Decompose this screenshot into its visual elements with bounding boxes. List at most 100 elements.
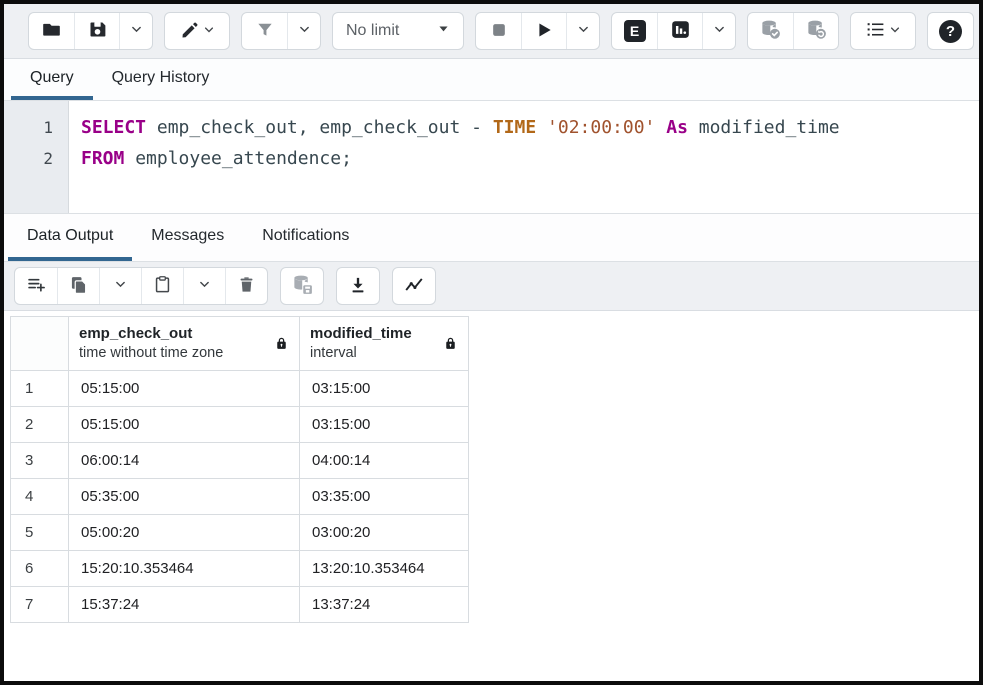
cell[interactable]: 03:15:00 bbox=[300, 371, 469, 407]
table-row: 615:20:10.35346413:20:10.353464 bbox=[11, 551, 469, 587]
execute-options-dropdown[interactable] bbox=[566, 13, 599, 49]
row-number[interactable]: 4 bbox=[11, 479, 69, 515]
open-file-button[interactable] bbox=[29, 13, 74, 49]
chevron-down-icon bbox=[713, 23, 726, 39]
explain-analyze-icon bbox=[670, 19, 691, 43]
copy-options-dropdown[interactable] bbox=[99, 268, 141, 304]
table-row: 715:37:2413:37:24 bbox=[11, 587, 469, 623]
sql-token-plain bbox=[655, 117, 666, 138]
column-header-emp_check_out[interactable]: emp_check_outtime without time zone bbox=[69, 317, 300, 371]
sql-token-str: '02:00:00' bbox=[547, 117, 655, 138]
table-row: 306:00:1404:00:14 bbox=[11, 443, 469, 479]
sql-token-plain: modified_time bbox=[688, 117, 840, 138]
tab-data-output[interactable]: Data Output bbox=[8, 214, 132, 261]
explain-button-group: E bbox=[611, 12, 736, 50]
cell[interactable]: 03:35:00 bbox=[300, 479, 469, 515]
cell[interactable]: 05:15:00 bbox=[69, 407, 300, 443]
cell[interactable]: 05:35:00 bbox=[69, 479, 300, 515]
line-chart-icon bbox=[403, 274, 425, 299]
explain-options-dropdown[interactable] bbox=[702, 13, 735, 49]
filter-options-dropdown[interactable] bbox=[287, 13, 320, 49]
sql-token-plain: emp_check_out, emp_check_out - bbox=[146, 117, 493, 138]
delete-row-button[interactable] bbox=[225, 268, 267, 304]
execute-button-group bbox=[475, 12, 600, 50]
edit-button-group bbox=[164, 12, 230, 50]
row-number[interactable]: 2 bbox=[11, 407, 69, 443]
explain-icon: E bbox=[624, 20, 646, 42]
code-line[interactable]: SELECT emp_check_out, emp_check_out - TI… bbox=[81, 112, 979, 143]
numbered-list-icon bbox=[865, 19, 886, 43]
chevron-down-icon bbox=[577, 23, 590, 39]
row-number[interactable]: 5 bbox=[11, 515, 69, 551]
column-name: emp_check_out bbox=[79, 324, 223, 344]
help-button-group: ? bbox=[927, 12, 974, 50]
save-data-changes-button[interactable] bbox=[281, 268, 323, 304]
lock-icon bbox=[274, 336, 289, 351]
cell[interactable]: 03:00:20 bbox=[300, 515, 469, 551]
copy-button[interactable] bbox=[57, 268, 99, 304]
explain-analyze-button[interactable] bbox=[657, 13, 702, 49]
macros-button[interactable] bbox=[851, 13, 915, 49]
save-file-button[interactable] bbox=[74, 13, 119, 49]
file-button-group bbox=[28, 12, 153, 50]
table-row: 105:15:0003:15:00 bbox=[11, 371, 469, 407]
table-row: 205:15:0003:15:00 bbox=[11, 407, 469, 443]
play-icon bbox=[534, 20, 554, 43]
row-number[interactable]: 6 bbox=[11, 551, 69, 587]
paste-icon bbox=[153, 275, 172, 297]
rollback-database-icon bbox=[805, 18, 828, 44]
sql-token-kw: SELECT bbox=[81, 117, 146, 138]
results-table: emp_check_outtime without time zone modi… bbox=[10, 316, 469, 623]
paste-button[interactable] bbox=[141, 268, 183, 304]
row-number[interactable]: 1 bbox=[11, 371, 69, 407]
column-header-modified_time[interactable]: modified_timeinterval bbox=[300, 317, 469, 371]
tab-messages[interactable]: Messages bbox=[132, 214, 243, 261]
results-toolbar bbox=[4, 262, 979, 311]
folder-icon bbox=[41, 19, 62, 43]
cell[interactable]: 15:37:24 bbox=[69, 587, 300, 623]
help-icon: ? bbox=[939, 20, 962, 43]
row-number[interactable]: 7 bbox=[11, 587, 69, 623]
rollback-button[interactable] bbox=[793, 13, 838, 49]
add-row-button[interactable] bbox=[15, 268, 57, 304]
cell[interactable]: 13:20:10.353464 bbox=[300, 551, 469, 587]
results-tabbar: Data Output Messages Notifications bbox=[4, 214, 979, 262]
filter-button-group bbox=[241, 12, 321, 50]
cell[interactable]: 05:15:00 bbox=[69, 371, 300, 407]
save-options-dropdown[interactable] bbox=[119, 13, 152, 49]
filter-button[interactable] bbox=[242, 13, 287, 49]
tab-query-history[interactable]: Query History bbox=[93, 59, 229, 100]
sql-code-area[interactable]: SELECT emp_check_out, emp_check_out - TI… bbox=[69, 101, 979, 213]
cell[interactable]: 04:00:14 bbox=[300, 443, 469, 479]
edit-dropdown-button[interactable] bbox=[165, 13, 229, 49]
column-name: modified_time bbox=[310, 324, 412, 344]
cell[interactable]: 06:00:14 bbox=[69, 443, 300, 479]
row-limit-select[interactable]: No limit bbox=[332, 12, 464, 50]
grid-corner-cell[interactable] bbox=[11, 317, 69, 371]
stop-icon bbox=[489, 20, 509, 43]
execute-button[interactable] bbox=[521, 13, 566, 49]
cell[interactable]: 05:00:20 bbox=[69, 515, 300, 551]
stop-button[interactable] bbox=[476, 13, 521, 49]
cell[interactable]: 13:37:24 bbox=[300, 587, 469, 623]
sql-token-kw: FROM bbox=[81, 148, 124, 169]
cell[interactable]: 03:15:00 bbox=[300, 407, 469, 443]
commit-button[interactable] bbox=[748, 13, 793, 49]
results-grid: emp_check_outtime without time zone modi… bbox=[4, 311, 979, 681]
download-csv-button[interactable] bbox=[337, 268, 379, 304]
download-button-group bbox=[336, 267, 380, 305]
paste-options-dropdown[interactable] bbox=[183, 268, 225, 304]
edit-data-button-group bbox=[14, 267, 268, 305]
tab-query[interactable]: Query bbox=[11, 59, 93, 100]
graph-visualiser-button[interactable] bbox=[393, 268, 435, 304]
explain-button[interactable]: E bbox=[612, 13, 657, 49]
sql-editor[interactable]: 12 SELECT emp_check_out, emp_check_out -… bbox=[4, 101, 979, 214]
cell[interactable]: 15:20:10.353464 bbox=[69, 551, 300, 587]
code-line[interactable]: FROM employee_attendence; bbox=[81, 143, 979, 174]
table-row: 505:00:2003:00:20 bbox=[11, 515, 469, 551]
help-button[interactable]: ? bbox=[928, 13, 973, 49]
column-type: time without time zone bbox=[79, 344, 223, 363]
row-number[interactable]: 3 bbox=[11, 443, 69, 479]
tab-notifications[interactable]: Notifications bbox=[243, 214, 368, 261]
graph-button-group bbox=[392, 267, 436, 305]
